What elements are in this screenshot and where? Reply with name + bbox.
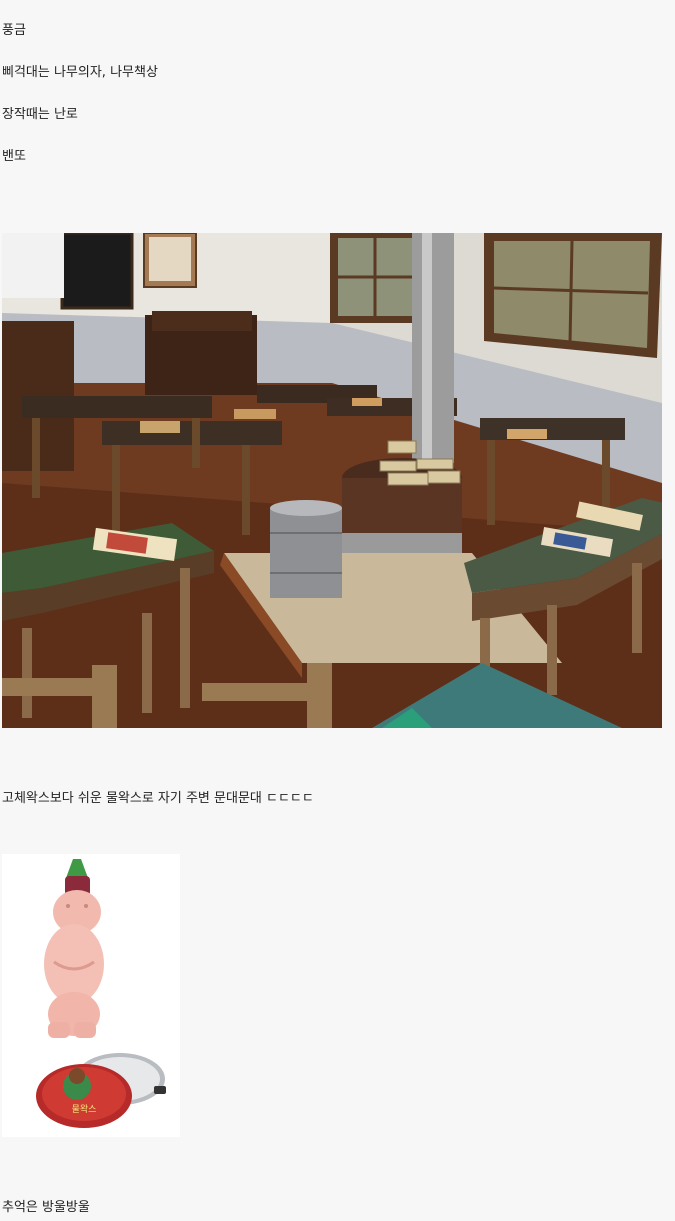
classroom-photo — [2, 233, 662, 728]
wax-tin-label: 물왁스 — [72, 1104, 97, 1115]
post-line-memories: 추억은 방울방울 — [2, 1200, 90, 1215]
post-line-organ: 풍금 — [2, 23, 26, 38]
post-line-stove: 장작때는 난로 — [2, 107, 78, 122]
post-line-liquid-wax: 고체왁스보다 쉬운 물왁스로 자기 주변 문대문대 ㄷㄷㄷㄷ — [2, 791, 314, 806]
wax-products-photo: 물왁스 — [2, 854, 180, 1137]
post-line-lunchbox: 밴또 — [2, 149, 26, 164]
post-line-desks: 삐걱대는 나무의자, 나무책상 — [2, 65, 158, 80]
